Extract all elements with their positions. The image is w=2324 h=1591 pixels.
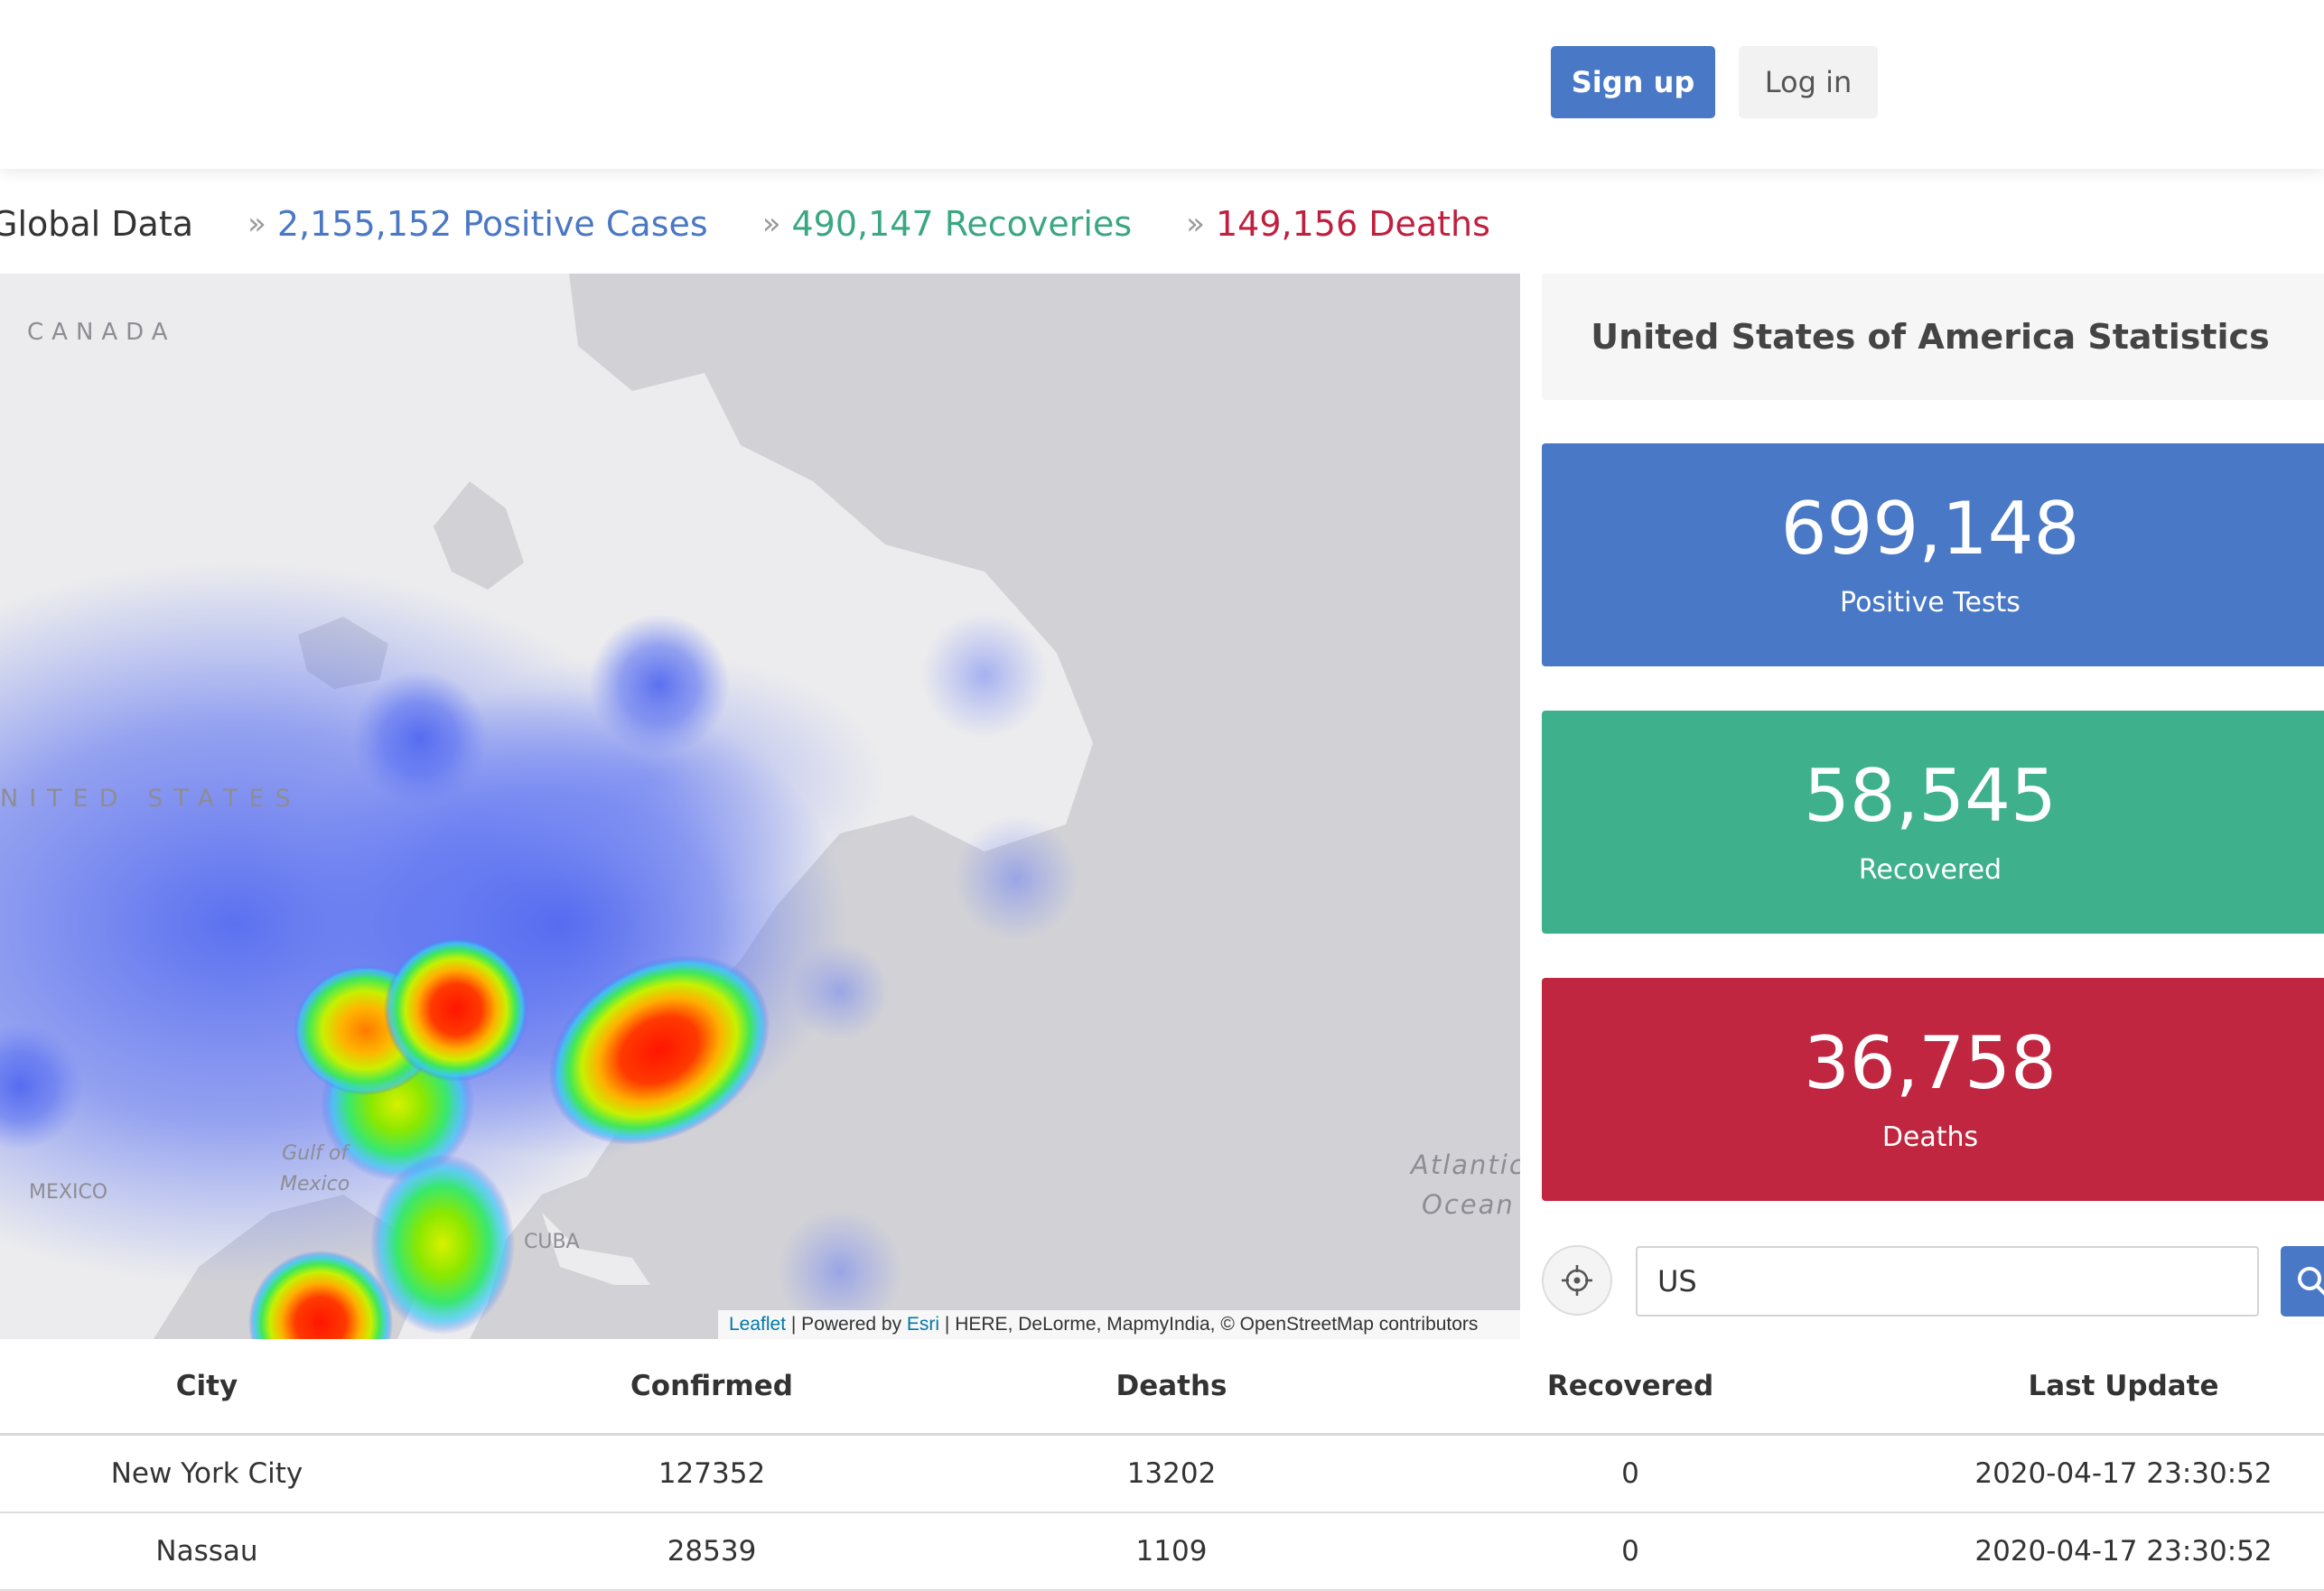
positive-tests-label: Positive Tests — [1840, 587, 2021, 619]
cell-deaths: 1109 — [1135, 1535, 1208, 1568]
map-label-united-states: NITED STATES — [0, 785, 302, 813]
cell-last-update: 2020-04-17 23:30:52 — [1974, 1457, 2273, 1490]
global-deaths-text: 149,156 Deaths — [1215, 204, 1490, 244]
recovered-card: 58,545 Recovered — [1542, 711, 2324, 934]
crosshair-icon — [1562, 1265, 1592, 1296]
map-label-gulf-line1: Gulf of — [282, 1142, 349, 1165]
recovered-value: 58,545 — [1804, 754, 2057, 838]
header-recovered[interactable]: Recovered — [1547, 1339, 1713, 1433]
global-recoveries-text: 490,147 Recoveries — [791, 204, 1133, 244]
cell-deaths: 13202 — [1126, 1457, 1217, 1490]
country-stats-header: United States of America Statistics — [1542, 274, 2324, 400]
cell-confirmed: 127352 — [658, 1457, 766, 1490]
city-stats-table: City Confirmed Deaths Recovered Last Upd… — [0, 1339, 2324, 1591]
table-header-row: City Confirmed Deaths Recovered Last Upd… — [0, 1339, 2324, 1436]
map-label-cuba: CUBA — [524, 1231, 580, 1253]
global-data-title: Global Data — [0, 204, 194, 244]
map-label-atlantic-line2: Ocean — [1422, 1189, 1515, 1220]
header-city[interactable]: City — [176, 1339, 238, 1433]
deaths-label: Deaths — [1881, 1121, 1979, 1153]
map-label-gulf: Gulf of Mexico — [280, 1139, 350, 1200]
country-search-input[interactable] — [1636, 1246, 2259, 1317]
cell-last-update: 2020-04-17 23:30:52 — [1974, 1535, 2273, 1568]
login-button[interactable]: Log in — [1739, 46, 1878, 118]
locate-button[interactable] — [1542, 1245, 1612, 1316]
chevron-right-icon: » — [761, 206, 781, 242]
chevron-right-icon: » — [1186, 206, 1205, 242]
global-stats-bar: Global Data » 2,155,152 Positive Cases »… — [0, 194, 1490, 254]
table-row: Nassau 28539 1109 0 2020-04-17 23:30:52 — [0, 1513, 2324, 1591]
global-positive-cases: » 2,155,152 Positive Cases — [247, 204, 708, 244]
map-label-atlantic-line1: Atlantic — [1411, 1149, 1520, 1180]
global-recoveries: » 490,147 Recoveries — [762, 204, 1132, 244]
heatmap-map[interactable]: CANADA NITED STATES Gulf of Mexico MEXIC… — [0, 274, 1520, 1339]
map-label-atlantic: Atlantic Ocean — [1411, 1145, 1520, 1224]
attribution-credits: | HERE, DeLorme, MapmyIndia, © OpenStree… — [939, 1314, 1479, 1335]
cell-confirmed: 28539 — [667, 1535, 757, 1568]
map-label-gulf-line2: Mexico — [280, 1173, 350, 1196]
positive-tests-value: 699,148 — [1780, 487, 2080, 571]
header-confirmed[interactable]: Confirmed — [630, 1339, 793, 1433]
cell-city: Nassau — [155, 1535, 258, 1568]
chevron-right-icon: » — [247, 206, 266, 242]
deaths-value: 36,758 — [1804, 1021, 2057, 1105]
search-icon — [2298, 1267, 2324, 1296]
esri-link[interactable]: Esri — [907, 1314, 939, 1335]
recovered-label: Recovered — [1858, 854, 2002, 886]
header-last-update[interactable]: Last Update — [2028, 1339, 2218, 1433]
leaflet-link[interactable]: Leaflet — [729, 1314, 786, 1335]
country-stats-title: United States of America Statistics — [1591, 317, 2270, 357]
search-button[interactable] — [2281, 1246, 2324, 1317]
attribution-powered-by: | Powered by — [786, 1314, 907, 1335]
signup-button[interactable]: Sign up — [1551, 46, 1715, 118]
top-navbar: Sign up Log in — [0, 0, 2324, 169]
global-cases-text: 2,155,152 Positive Cases — [276, 204, 708, 244]
table-row: New York City 127352 13202 0 2020-04-17 … — [0, 1436, 2324, 1513]
global-deaths: » 149,156 Deaths — [1186, 204, 1490, 244]
cell-city: New York City — [110, 1457, 303, 1490]
map-label-mexico: MEXICO — [29, 1181, 108, 1204]
cell-recovered: 0 — [1621, 1535, 1639, 1568]
deaths-card: 36,758 Deaths — [1542, 978, 2324, 1201]
positive-tests-card: 699,148 Positive Tests — [1542, 443, 2324, 666]
map-attribution: Leaflet | Powered by Esri | HERE, DeLorm… — [718, 1310, 1520, 1339]
header-deaths[interactable]: Deaths — [1115, 1339, 1227, 1433]
cell-recovered: 0 — [1621, 1457, 1639, 1490]
map-label-canada: CANADA — [27, 319, 176, 346]
